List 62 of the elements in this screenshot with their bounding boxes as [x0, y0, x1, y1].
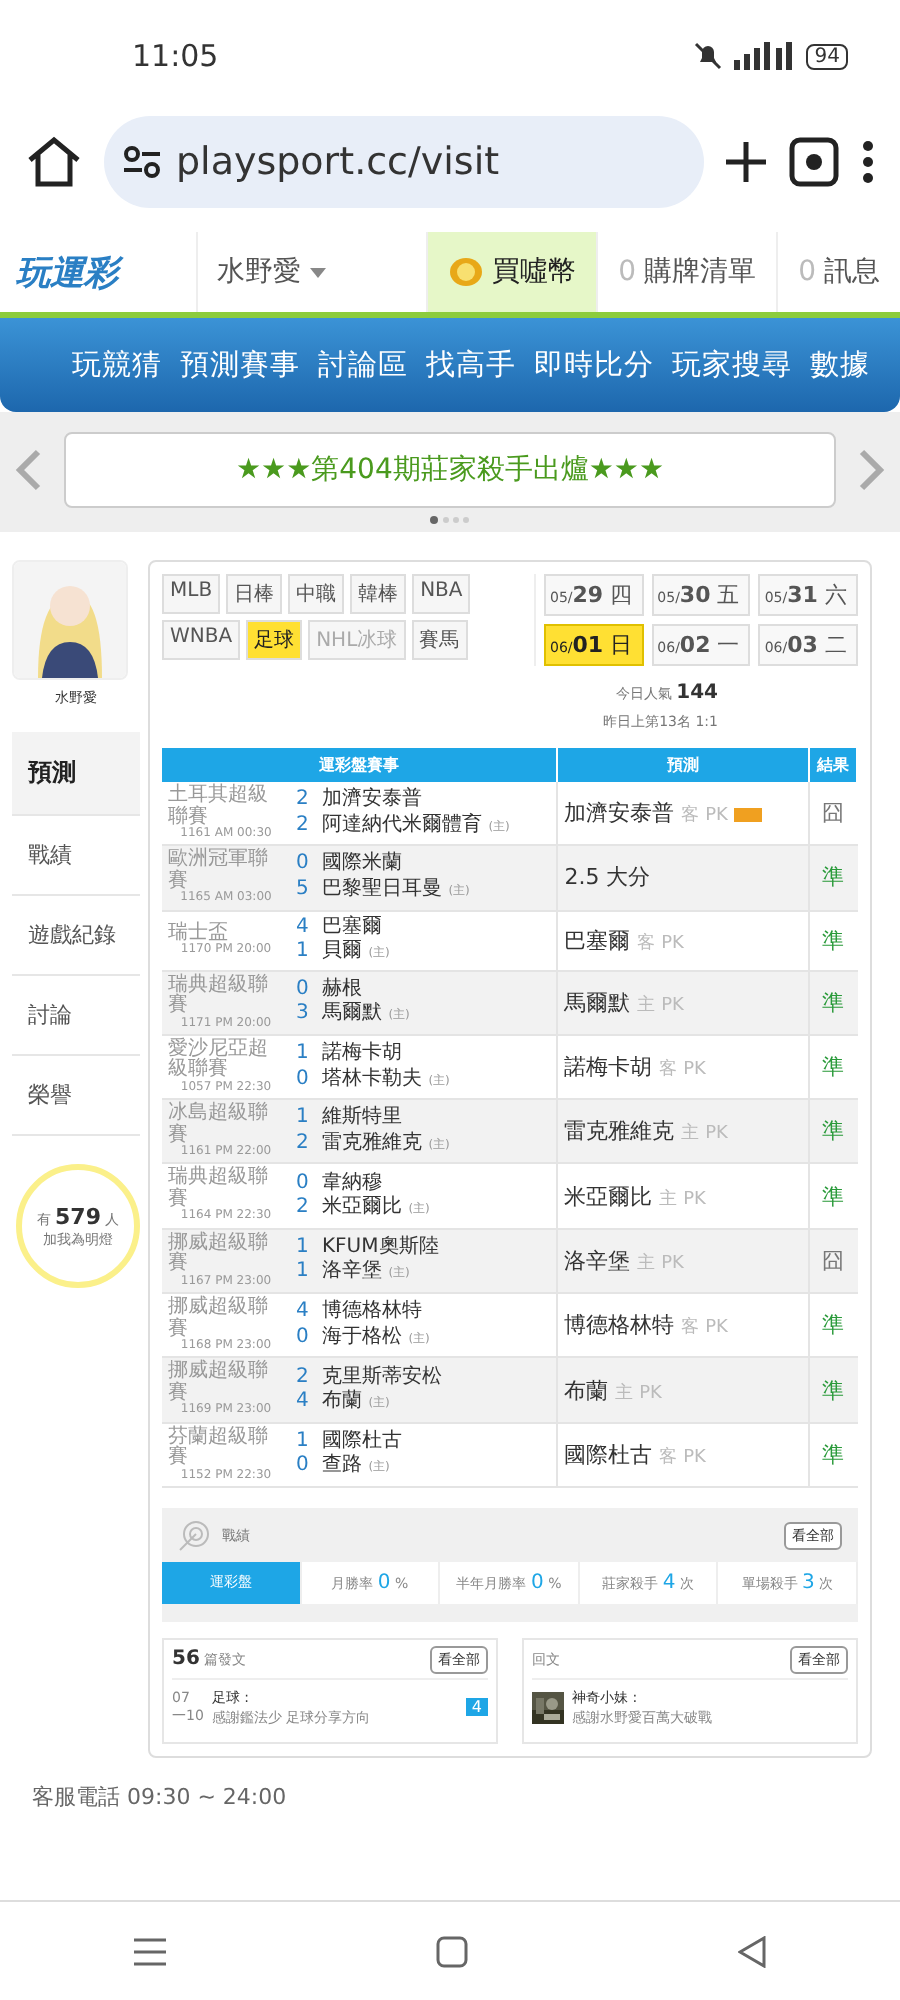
battery-level: 94	[806, 43, 848, 69]
result-cell: 準	[808, 845, 857, 911]
nav-link[interactable]: 預測賽事	[180, 346, 300, 384]
prediction-cell: 米亞爾比 主 PK	[557, 1163, 808, 1229]
nav-link[interactable]: 找高手	[426, 346, 516, 384]
sport-filter[interactable]: 中職	[288, 574, 345, 614]
buy-coins-button[interactable]: 買噓幣	[426, 232, 597, 312]
clock: 11:05	[132, 38, 219, 74]
reply-count: 4	[465, 1698, 488, 1717]
sport-filter[interactable]: MLB	[162, 574, 221, 614]
result-cell: 囧	[808, 1228, 857, 1294]
site-logo[interactable]: 玩運彩	[0, 249, 196, 295]
signal-icon	[734, 42, 795, 70]
sport-filter[interactable]: 足球	[246, 620, 303, 660]
back-icon[interactable]	[737, 1936, 766, 1968]
result-cell: 準	[808, 1357, 857, 1423]
nav-link[interactable]: 討論區	[318, 346, 408, 384]
nav-link[interactable]: 數據	[810, 346, 870, 384]
site-settings-icon[interactable]	[124, 146, 160, 178]
nav-link[interactable]: 玩競猜	[72, 346, 162, 384]
result-cell: 準	[808, 970, 857, 1035]
new-tab-icon[interactable]	[724, 140, 768, 184]
nav-link[interactable]: 玩家搜尋	[672, 346, 792, 384]
column-header: 運彩盤賽事	[162, 748, 558, 782]
more-icon[interactable]	[860, 138, 876, 186]
side-menu-item[interactable]: 戰績	[12, 816, 140, 896]
column-header: 預測	[557, 748, 808, 782]
side-menu-item[interactable]: 遊戲紀錄	[12, 896, 140, 976]
sport-filter[interactable]: 日棒	[226, 574, 283, 614]
result-cell: 準	[808, 1163, 857, 1229]
nav-link[interactable]: 即時比分	[534, 346, 654, 384]
target-icon	[178, 1519, 210, 1552]
tag-icon	[734, 807, 763, 822]
side-menu-item[interactable]: 預測	[12, 732, 140, 816]
prediction-cell: 巴塞爾 客 PK	[557, 910, 808, 971]
home-icon[interactable]	[24, 134, 84, 190]
tabs-icon[interactable]	[788, 136, 840, 188]
sport-filter[interactable]: 韓棒	[350, 574, 407, 614]
column-header: 結果	[808, 748, 857, 782]
announcement-banner[interactable]: ★★★第404期莊家殺手出爐★★★	[64, 432, 836, 508]
result-cell: 準	[808, 910, 857, 971]
address-field[interactable]: playsport.cc/visit	[104, 116, 704, 208]
carousel-dots-icon	[430, 516, 470, 524]
bell-mute-icon	[694, 42, 723, 70]
caret-icon	[309, 267, 326, 277]
service-hours: 客服電話 09:30 ~ 24:00	[30, 1781, 289, 1812]
sport-filter[interactable]: NBA	[412, 574, 471, 614]
sport-filter[interactable]: 賽馬	[411, 620, 468, 660]
coin-icon	[448, 256, 485, 288]
prediction-cell: 2.5 大分	[557, 845, 808, 911]
result-cell: 準	[808, 1422, 857, 1487]
side-menu-item[interactable]: 討論	[12, 976, 140, 1056]
side-menu-item[interactable]: 榮譽	[12, 1056, 140, 1136]
messages-link[interactable]: 0 訊息	[776, 232, 900, 312]
prediction-cell: 國際杜古 客 PK	[557, 1422, 808, 1487]
recents-icon[interactable]	[134, 1938, 167, 1966]
cart-link[interactable]: 0 購牌清單	[596, 232, 777, 312]
home-button-icon[interactable]	[435, 1936, 468, 1968]
result-cell: 準	[808, 1099, 857, 1164]
sport-filter[interactable]: WNBA	[162, 620, 241, 660]
avatar	[12, 560, 128, 680]
post-count: 56	[172, 1648, 200, 1671]
